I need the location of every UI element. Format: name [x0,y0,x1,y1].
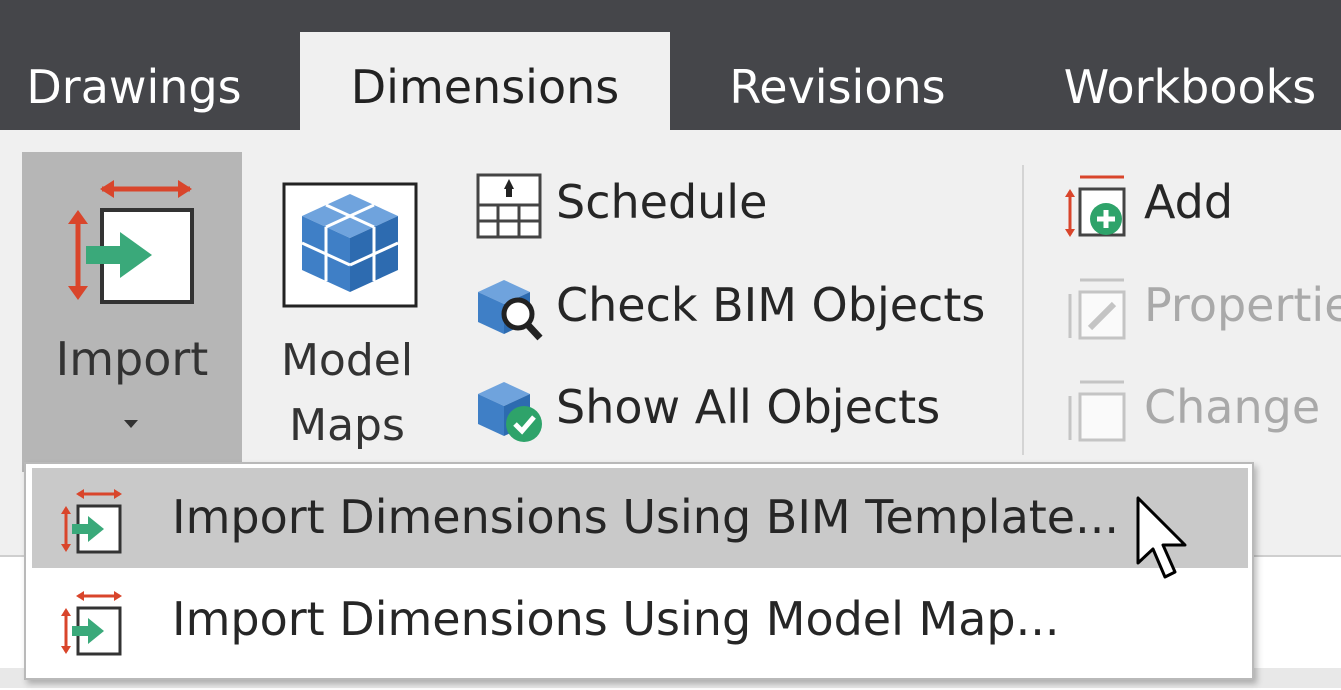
change-label: Change [1144,380,1321,434]
show-all-objects-button[interactable]: Show All Objects [474,370,954,450]
check-bim-objects-button[interactable]: Check BIM Objects [474,268,1004,348]
dimension-properties-icon [1068,278,1126,340]
mouse-pointer-icon [1136,496,1187,579]
menu-item-label: Import Dimensions Using BIM Template... [172,490,1119,544]
model-maps-label-line2: Maps [289,400,405,451]
properties-label: Properties [1144,278,1341,332]
import-dimensions-icon [61,489,122,554]
import-dropdown-menu: Import Dimensions Using BIM Template... … [24,462,1254,680]
ribbon-group-separator [1022,165,1024,455]
add-dimension-label: Add [1144,175,1234,229]
schedule-label: Schedule [556,175,768,229]
menu-item-import-model-map[interactable]: Import Dimensions Using Model Map... [32,570,1248,670]
model-maps-cube-icon [282,182,418,308]
check-bim-objects-icon [478,280,543,341]
show-all-objects-icon [478,382,542,442]
tab-revisions[interactable]: Revisions [720,32,955,130]
properties-button[interactable]: Properties [1062,268,1341,348]
menu-item-label: Import Dimensions Using Model Map... [172,592,1060,646]
tab-drawings[interactable]: Drawings [20,32,248,130]
model-maps-label-line1: Model [280,335,414,386]
check-bim-objects-label: Check BIM Objects [556,278,986,332]
schedule-table-icon [476,173,542,239]
schedule-button[interactable]: Schedule [474,165,794,245]
import-label: Import [55,332,209,386]
add-dimension-icon [1065,175,1126,237]
add-dimension-button[interactable]: Add [1062,165,1322,245]
tab-workbooks[interactable]: Workbooks [1045,32,1335,130]
menu-item-import-bim-template[interactable]: Import Dimensions Using BIM Template... [32,468,1248,568]
import-dimensions-icon [61,591,122,656]
model-maps-button[interactable]: Model Maps [262,170,432,460]
change-button[interactable]: Change [1062,370,1341,450]
import-button[interactable]: Import [22,152,242,472]
show-all-objects-label: Show All Objects [556,380,941,434]
import-dimensions-icon [68,180,194,304]
tab-dimensions[interactable]: Dimensions [300,32,670,130]
import-dropdown-arrow-icon [124,420,138,428]
change-dimension-icon [1068,380,1126,442]
